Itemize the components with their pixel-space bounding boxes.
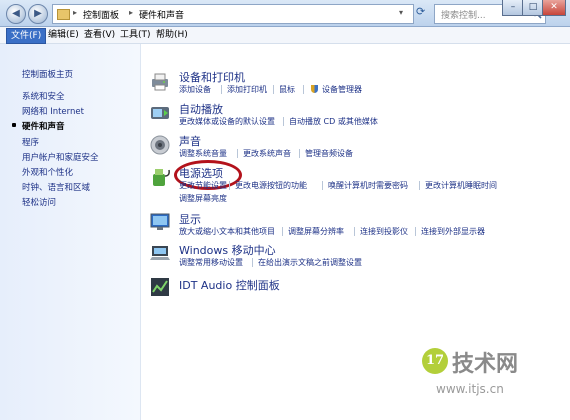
link-separator: [273, 85, 274, 94]
menu-help[interactable]: 帮助(H): [152, 28, 192, 42]
link-separator: [419, 181, 420, 190]
link-change-media-defaults[interactable]: 更改媒体或设备的默认设置: [179, 116, 275, 127]
sidebar-item-programs[interactable]: 程序: [22, 136, 39, 148]
autoplay-icon: [151, 107, 169, 119]
sidebar-item-appearance[interactable]: 外观和个性化: [22, 166, 73, 178]
menu-edit[interactable]: 编辑(E): [44, 28, 83, 42]
back-button[interactable]: ◀: [6, 4, 26, 24]
link-separator: [282, 227, 283, 236]
link-power-button-function[interactable]: 更改电源按钮的功能: [235, 180, 307, 191]
link-mobility-settings[interactable]: 调整常用移动设置: [179, 257, 243, 268]
link-separator: [221, 85, 222, 94]
category-windows-mobility-center[interactable]: Windows 移动中心: [179, 242, 276, 258]
audio-panel-icon: [151, 278, 169, 296]
category-autoplay[interactable]: 自动播放: [179, 101, 223, 117]
watermark-logo: 17: [422, 348, 448, 374]
category-idt-audio[interactable]: IDT Audio 控制面板: [179, 277, 280, 293]
close-button[interactable]: ✕: [542, 0, 566, 16]
link-separator: [303, 85, 304, 94]
menu-tools[interactable]: 工具(T): [116, 28, 155, 42]
link-separator: [322, 181, 323, 190]
link-change-power-saving[interactable]: 更改节能设置: [179, 180, 227, 191]
link-separator: [252, 258, 253, 267]
address-dropdown-icon[interactable]: ▾: [399, 8, 403, 17]
menu-file[interactable]: 文件(F): [6, 28, 47, 44]
link-separator: [354, 227, 355, 236]
forward-arrow-icon: ▶: [34, 8, 42, 19]
link-autoplay-cd[interactable]: 自动播放 CD 或其他媒体: [289, 116, 378, 127]
menu-bar: 文件(F) 编辑(E) 查看(V) 工具(T) 帮助(H): [0, 27, 570, 44]
breadcrumb-separator-icon: ▸: [129, 8, 134, 17]
link-require-password-wake[interactable]: 唤醒计算机时需要密码: [328, 180, 408, 191]
search-placeholder: 搜索控制...: [441, 11, 486, 21]
minimize-button[interactable]: –: [502, 0, 524, 16]
watermark-text: 技术网: [452, 352, 519, 377]
breadcrumb-control-panel[interactable]: 控制面板: [83, 8, 119, 21]
link-connect-projector[interactable]: 连接到投影仪: [360, 226, 408, 237]
category-sound[interactable]: 声音: [179, 133, 201, 149]
link-add-device[interactable]: 添加设备: [179, 84, 211, 95]
menu-view[interactable]: 查看(V): [80, 28, 119, 42]
printer-icon: [152, 73, 168, 91]
sidebar-item-user-accounts[interactable]: 用户帐户和家庭安全: [22, 151, 99, 163]
link-change-sleep-time[interactable]: 更改计算机睡眠时间: [425, 180, 497, 191]
speaker-icon: [150, 135, 170, 155]
back-arrow-icon: ◀: [12, 8, 20, 19]
link-manage-audio-devices[interactable]: 管理音频设备: [305, 148, 353, 159]
sidebar-item-clock-language[interactable]: 时钟、语言和区域: [22, 181, 90, 193]
link-separator: [299, 149, 300, 158]
control-panel-icon: [57, 9, 70, 20]
refresh-button[interactable]: ⟳: [416, 5, 430, 21]
link-separator: [237, 149, 238, 158]
link-separator: [229, 181, 230, 190]
link-text-size[interactable]: 放大或缩小文本和其他项目: [179, 226, 275, 237]
link-separator: [415, 227, 416, 236]
breadcrumb-hardware-sound[interactable]: 硬件和声音: [139, 8, 184, 21]
link-presentation-settings[interactable]: 在给出演示文稿之前调整设置: [258, 257, 362, 268]
link-separator: [283, 117, 284, 126]
category-devices-printers[interactable]: 设备和打印机: [179, 69, 245, 85]
forward-button[interactable]: ▶: [28, 4, 48, 24]
title-bar: ◀ ▶ ▸ 控制面板 ▸ 硬件和声音 ▾ ⟳ 搜索控制... – □ ✕: [0, 0, 570, 27]
address-bar[interactable]: ▸ 控制面板 ▸ 硬件和声音 ▾: [52, 4, 414, 24]
link-device-manager[interactable]: 设备管理器: [322, 84, 362, 95]
link-screen-resolution[interactable]: 调整屏幕分辨率: [288, 226, 344, 237]
maximize-button[interactable]: □: [522, 0, 544, 16]
link-add-printer[interactable]: 添加打印机: [227, 84, 267, 95]
sidebar-item-control-panel-home[interactable]: 控制面板主页: [22, 68, 73, 80]
category-display[interactable]: 显示: [179, 211, 201, 227]
watermark: 17 技术网 www.itjs.cn: [416, 346, 556, 406]
breadcrumb-separator-icon: ▸: [73, 8, 78, 17]
display-icon: [150, 213, 170, 230]
sidebar-item-system-security[interactable]: 系统和安全: [22, 90, 65, 102]
sidebar-item-network-internet[interactable]: 网络和 Internet: [22, 105, 84, 117]
mobility-center-icon: [150, 246, 170, 260]
link-mouse[interactable]: 鼠标: [279, 84, 295, 95]
control-panel-window: ◀ ▶ ▸ 控制面板 ▸ 硬件和声音 ▾ ⟳ 搜索控制... – □ ✕ 文件(…: [0, 0, 570, 420]
watermark-url: www.itjs.cn: [436, 382, 504, 396]
link-change-system-sounds[interactable]: 更改系统声音: [243, 148, 291, 159]
refresh-icon: ⟳: [416, 5, 426, 18]
sidebar: 控制面板主页 系统和安全 网络和 Internet 硬件和声音 程序 用户帐户和…: [0, 44, 141, 420]
link-adjust-brightness[interactable]: 调整屏幕亮度: [179, 193, 227, 204]
sidebar-item-hardware-sound: 硬件和声音: [22, 122, 65, 132]
link-adjust-volume[interactable]: 调整系统音量: [179, 148, 227, 159]
current-item-bullet-icon: [12, 123, 16, 127]
sidebar-item-ease-of-access[interactable]: 轻松访问: [22, 196, 56, 208]
link-external-display[interactable]: 连接到外部显示器: [421, 226, 485, 237]
uac-shield-icon: [311, 85, 318, 93]
power-icon: [153, 169, 170, 186]
